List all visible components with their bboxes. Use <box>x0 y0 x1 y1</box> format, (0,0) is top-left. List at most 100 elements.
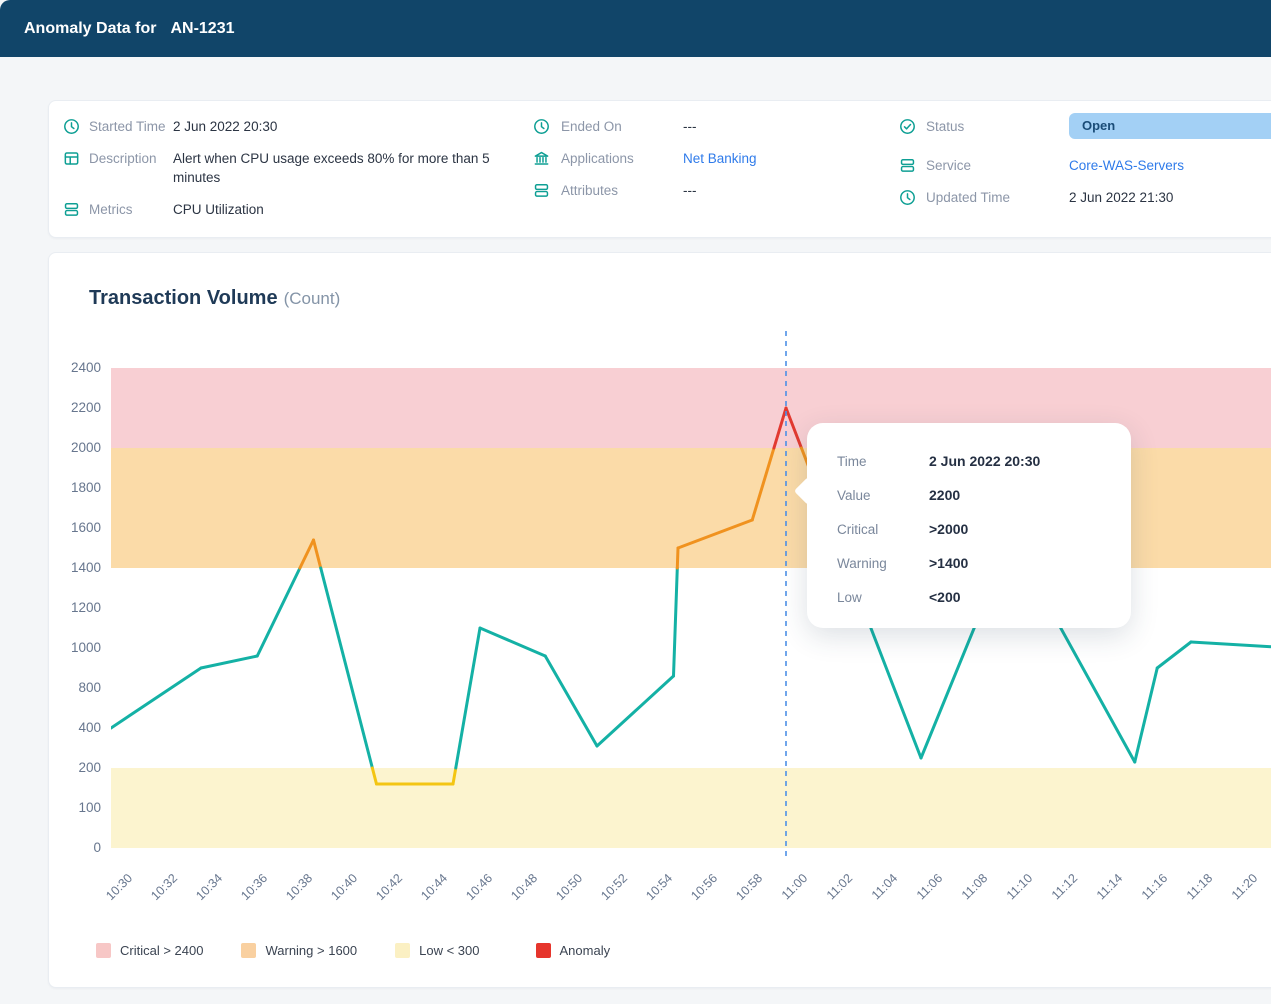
series-segment <box>786 408 801 448</box>
series-segment <box>774 408 786 448</box>
info-field: Attributes--- <box>533 181 899 200</box>
field-value-link[interactable]: Net Banking <box>683 149 899 168</box>
field-label: Updated Time <box>926 188 1069 207</box>
x-tick-label: 10:36 <box>238 871 270 903</box>
field-label: Started Time <box>89 117 173 136</box>
field-value: Alert when CPU usage exceeds 80% for mor… <box>173 149 518 187</box>
tooltip-row: Warning>1400 <box>837 546 1107 580</box>
info-field: Updated Time2 Jun 2022 21:30 <box>899 188 1271 207</box>
x-tick-label: 11:20 <box>1229 871 1260 902</box>
chart-subtitle: (Count) <box>284 289 341 308</box>
chart-legend: Critical > 2400 Warning > 1600 Low < 300 An… <box>96 943 610 958</box>
legend-item: Critical > 2400 <box>96 943 203 958</box>
x-tick-label: 10:42 <box>373 871 405 903</box>
series-segment <box>545 656 597 746</box>
tooltip-label: Warning <box>837 556 929 571</box>
series-segment <box>752 448 774 520</box>
y-tick-label: 1800 <box>57 479 101 497</box>
field-value: --- <box>683 117 899 136</box>
x-tick-label: 11:10 <box>1004 871 1035 902</box>
legend-swatch <box>241 943 256 958</box>
info-column-3: StatusOpenServiceCore-WAS-ServersUpdated… <box>899 117 1271 232</box>
info-field: DescriptionAlert when CPU usage exceeds … <box>63 149 533 187</box>
y-tick-label: 200 <box>57 759 101 777</box>
tooltip-value: 2200 <box>929 487 1107 503</box>
series-segment <box>597 676 674 746</box>
field-label: Ended On <box>561 117 683 136</box>
tooltip-label: Critical <box>837 522 929 537</box>
anomaly-id: AN-1231 <box>170 20 234 38</box>
chart-title: Transaction Volume <box>89 287 278 309</box>
tooltip-value: 2 Jun 2022 20:30 <box>929 453 1107 469</box>
legend-item: Anomaly <box>536 943 611 958</box>
legend-item: Low < 300 <box>395 943 479 958</box>
series-segment <box>321 568 373 768</box>
series-segment <box>677 548 678 568</box>
x-tick-label: 11:08 <box>959 871 990 902</box>
y-tick-label: 800 <box>57 679 101 697</box>
clock-icon <box>63 117 89 135</box>
series-segment <box>678 520 752 548</box>
table-icon <box>63 149 89 167</box>
legend-swatch <box>536 943 551 958</box>
y-tick-label: 2000 <box>57 439 101 457</box>
series-segment <box>1157 642 1191 668</box>
clock-icon <box>899 188 926 206</box>
legend-item: Warning > 1600 <box>241 943 357 958</box>
x-tick-label: 10:38 <box>283 871 315 903</box>
field-label: Applications <box>561 149 683 168</box>
series-segment <box>201 656 257 668</box>
chart-title-row: Transaction Volume (Count) <box>89 287 340 310</box>
check-circle-icon <box>899 117 926 135</box>
field-value-link[interactable]: Core-WAS-Servers <box>1069 156 1271 175</box>
series-segment <box>111 668 201 728</box>
field-value: 2 Jun 2022 21:30 <box>1069 188 1271 207</box>
x-tick-label: 11:00 <box>779 871 810 902</box>
tooltip-row: Critical>2000 <box>837 512 1107 546</box>
info-grid: Started Time2 Jun 2022 20:30DescriptionA… <box>49 101 1271 232</box>
clock-icon <box>533 117 561 135</box>
legend-label: Critical > 2400 <box>120 943 203 958</box>
x-tick-label: 11:06 <box>914 871 945 902</box>
x-tick-label: 10:56 <box>688 871 720 903</box>
x-tick-label: 10:34 <box>193 871 225 903</box>
field-value: CPU Utilization <box>173 200 518 219</box>
field-value: --- <box>683 181 899 200</box>
x-tick-label: 11:14 <box>1094 871 1125 902</box>
series-segment <box>456 628 480 768</box>
legend-label: Anomaly <box>560 943 611 958</box>
info-column-1: Started Time2 Jun 2022 20:30DescriptionA… <box>63 117 533 232</box>
series-segment <box>257 568 300 656</box>
series-segment <box>480 628 545 656</box>
info-field: ServiceCore-WAS-Servers <box>899 156 1271 175</box>
stack-icon <box>533 181 561 199</box>
tooltip-row: Low<200 <box>837 580 1107 614</box>
legend-swatch <box>96 943 111 958</box>
field-label: Attributes <box>561 181 683 200</box>
tooltip-value: <200 <box>929 589 1107 605</box>
series-segment <box>674 568 678 676</box>
tooltip-value: >1400 <box>929 555 1107 571</box>
legend-label: Low < 300 <box>419 943 479 958</box>
x-tick-label: 10:32 <box>148 871 180 903</box>
status-badge: Open <box>1069 113 1271 139</box>
y-tick-label: 1200 <box>57 599 101 617</box>
field-label: Metrics <box>89 200 173 219</box>
y-tick-label: 2200 <box>57 399 101 417</box>
series-segment <box>1191 642 1271 648</box>
x-tick-label: 11:04 <box>869 871 900 902</box>
series-segment <box>453 768 456 784</box>
anomaly-details-panel: Started Time2 Jun 2022 20:30DescriptionA… <box>48 100 1271 238</box>
tooltip-rows: Time2 Jun 2022 20:30Value2200Critical>20… <box>837 444 1107 614</box>
field-label: Service <box>926 156 1069 175</box>
field-label: Description <box>89 149 173 168</box>
y-tick-label: 1000 <box>57 639 101 657</box>
y-tick-label: 1400 <box>57 559 101 577</box>
stack-icon <box>63 200 89 218</box>
x-tick-label: 11:12 <box>1049 871 1080 902</box>
tooltip-label: Time <box>837 454 929 469</box>
legend-label: Warning > 1600 <box>265 943 357 958</box>
x-tick-label: 10:50 <box>553 871 585 903</box>
x-tick-label: 10:54 <box>643 871 675 903</box>
tooltip-value: >2000 <box>929 521 1107 537</box>
